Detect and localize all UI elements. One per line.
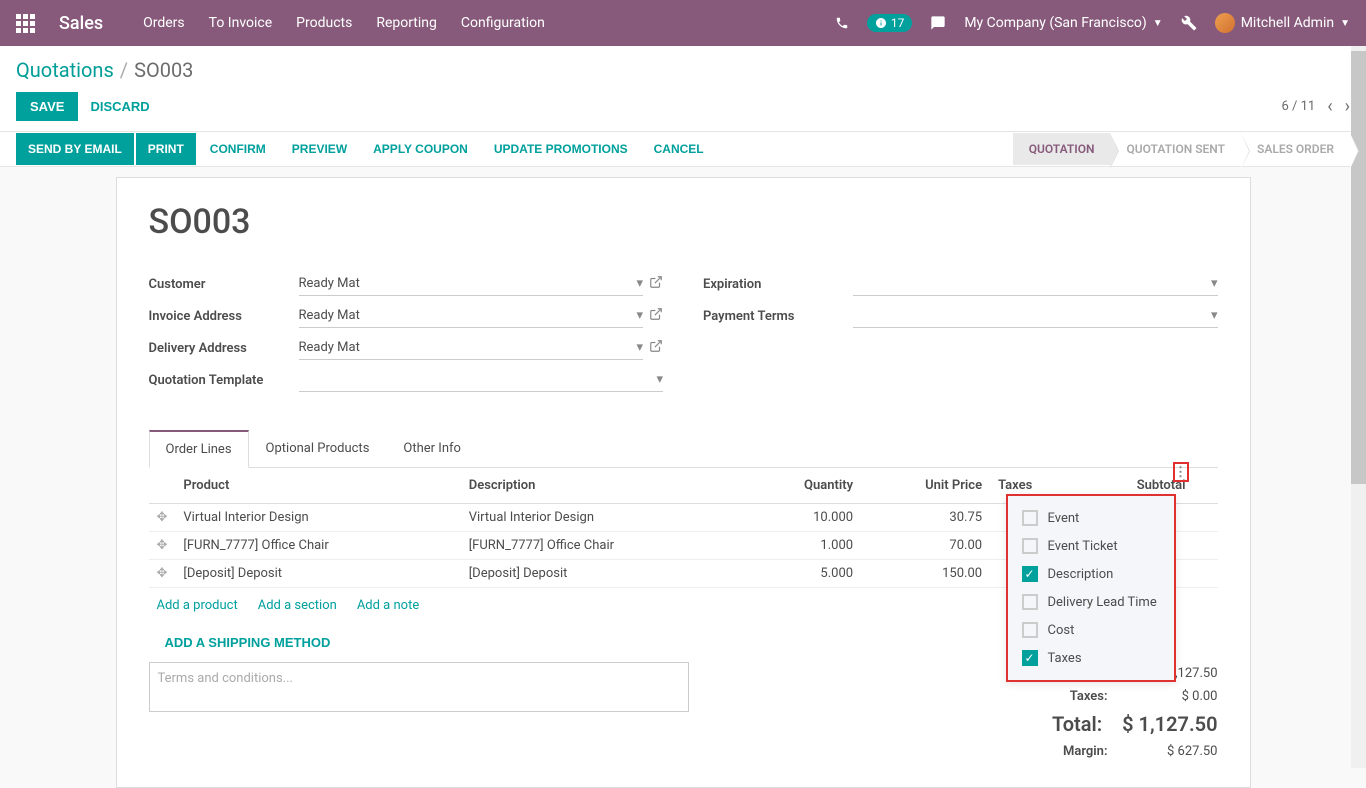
debug-icon[interactable] xyxy=(1181,15,1197,31)
external-link-icon[interactable] xyxy=(649,339,663,357)
drag-handle-icon[interactable]: ✥ xyxy=(157,510,168,525)
column-options-highlight: ⋮ xyxy=(1173,462,1189,482)
col-description: Description xyxy=(461,468,746,504)
checkbox-icon: ✓ xyxy=(1022,566,1038,582)
col-option-taxes[interactable]: ✓Taxes xyxy=(1008,644,1174,672)
nav-reporting[interactable]: Reporting xyxy=(376,15,437,31)
field-expiration: Expiration▾ xyxy=(703,272,1218,296)
dropdown-icon: ▾ xyxy=(636,308,643,323)
status-sales-order[interactable]: SALES ORDER xyxy=(1241,133,1350,165)
topbar-right: 17 My Company (San Francisco)▼ Mitchell … xyxy=(835,13,1350,33)
drag-handle-icon[interactable]: ✥ xyxy=(157,566,168,581)
cancel-button[interactable]: CANCEL xyxy=(642,133,716,165)
checkbox-icon: ✓ xyxy=(1022,650,1038,666)
pager-prev[interactable]: ‹ xyxy=(1327,96,1332,117)
add-a-section-link[interactable]: Add a section xyxy=(258,598,337,613)
dropdown-icon: ▾ xyxy=(1211,308,1218,323)
print-button[interactable]: PRINT xyxy=(136,133,196,165)
form-sheet: SO003 CustomerReady Mat▾ Invoice AddressR… xyxy=(116,177,1251,788)
action-row: SAVE DISCARD 6 / 11 ‹ › xyxy=(0,82,1366,131)
activity-badge[interactable]: 17 xyxy=(867,14,913,32)
col-product: Product xyxy=(175,468,460,504)
avatar xyxy=(1215,13,1235,33)
nav-configuration[interactable]: Configuration xyxy=(461,15,545,31)
notif-count: 17 xyxy=(891,16,905,30)
dropdown-icon: ▾ xyxy=(1211,276,1218,291)
col-option-delivery-lead-time[interactable]: Delivery Lead Time xyxy=(1008,588,1174,616)
tabs: Order LinesOptional ProductsOther Info xyxy=(149,430,1218,468)
confirm-button[interactable]: CONFIRM xyxy=(198,133,278,165)
status-quotation-sent[interactable]: QUOTATION SENT xyxy=(1110,133,1241,165)
statusbar: SEND BY EMAILPRINTCONFIRMPREVIEWAPPLY CO… xyxy=(0,131,1366,167)
breadcrumb-parent[interactable]: Quotations xyxy=(16,58,114,82)
external-link-icon[interactable] xyxy=(649,275,663,293)
dropdown-icon: ▾ xyxy=(636,276,643,291)
scrollbar-thumb[interactable] xyxy=(1351,51,1366,484)
dropdown-icon: ▾ xyxy=(656,372,663,387)
save-button[interactable]: SAVE xyxy=(16,92,78,121)
dropdown-icon: ▾ xyxy=(636,340,643,355)
field-invoice-address: Invoice AddressReady Mat▾ xyxy=(149,304,664,328)
add-a-product-link[interactable]: Add a product xyxy=(157,598,238,613)
topbar: Sales Orders To Invoice Products Reporting C… xyxy=(0,0,1366,46)
tab-order-lines[interactable]: Order Lines xyxy=(149,430,249,468)
tab-other-info[interactable]: Other Info xyxy=(386,430,478,467)
add-shipping-button[interactable]: ADD A SHIPPING METHOD xyxy=(149,623,347,662)
col-quantity: Quantity xyxy=(746,468,861,504)
user-menu[interactable]: Mitchell Admin▼ xyxy=(1215,13,1350,33)
column-options-menu: EventEvent Ticket✓DescriptionDelivery Le… xyxy=(1006,494,1176,682)
kebab-icon[interactable]: ⋮ xyxy=(1174,465,1187,480)
col-option-event-ticket[interactable]: Event Ticket xyxy=(1008,532,1174,560)
checkbox-icon xyxy=(1022,510,1038,526)
breadcrumb: Quotations/SO003 xyxy=(16,58,1350,82)
checkbox-icon xyxy=(1022,622,1038,638)
pager-text: 6 / 11 xyxy=(1281,99,1315,114)
breadcrumb-row: Quotations/SO003 xyxy=(0,46,1366,82)
company-selector[interactable]: My Company (San Francisco)▼ xyxy=(964,15,1162,31)
col-option-event[interactable]: Event xyxy=(1008,504,1174,532)
nav: Orders To Invoice Products Reporting Configu… xyxy=(143,15,835,31)
field-delivery-address: Delivery AddressReady Mat▾ xyxy=(149,336,664,360)
col-option-cost[interactable]: Cost xyxy=(1008,616,1174,644)
apps-icon[interactable] xyxy=(16,14,35,33)
caret-down-icon: ▼ xyxy=(1340,18,1350,29)
field-payment-terms: Payment Terms▾ xyxy=(703,304,1218,328)
discard-button[interactable]: DISCARD xyxy=(90,99,149,114)
phone-icon[interactable] xyxy=(835,16,849,30)
chat-icon[interactable] xyxy=(930,15,946,31)
breadcrumb-current: SO003 xyxy=(134,58,193,82)
checkbox-icon xyxy=(1022,594,1038,610)
pager: 6 / 11 ‹ › xyxy=(1281,96,1350,117)
apply-coupon-button[interactable]: APPLY COUPON xyxy=(361,133,480,165)
drag-handle-icon[interactable]: ✥ xyxy=(157,538,168,553)
col-unit-price: Unit Price xyxy=(861,468,990,504)
preview-button[interactable]: PREVIEW xyxy=(280,133,359,165)
status-quotation[interactable]: QUOTATION xyxy=(1013,133,1111,165)
nav-products[interactable]: Products xyxy=(296,15,352,31)
pager-next[interactable]: › xyxy=(1345,96,1350,117)
total-line: Margin:$ 627.50 xyxy=(968,740,1218,763)
nav-orders[interactable]: Orders xyxy=(143,15,185,31)
brand[interactable]: Sales xyxy=(59,13,103,34)
field-quotation-template: Quotation Template▾ xyxy=(149,368,664,392)
update-promotions-button[interactable]: UPDATE PROMOTIONS xyxy=(482,133,640,165)
terms-input[interactable]: Terms and conditions... xyxy=(149,662,689,712)
record-title: SO003 xyxy=(149,202,1218,242)
add-a-note-link[interactable]: Add a note xyxy=(357,598,419,613)
total-line: Total:$ 1,127.50 xyxy=(968,708,1218,740)
tab-optional-products[interactable]: Optional Products xyxy=(249,430,387,467)
caret-down-icon: ▼ xyxy=(1153,18,1163,29)
nav-to-invoice[interactable]: To Invoice xyxy=(209,15,273,31)
checkbox-icon xyxy=(1022,538,1038,554)
field-customer: CustomerReady Mat▾ xyxy=(149,272,664,296)
external-link-icon[interactable] xyxy=(649,307,663,325)
send-by-email-button[interactable]: SEND BY EMAIL xyxy=(16,133,134,165)
col-option-description[interactable]: ✓Description xyxy=(1008,560,1174,588)
total-line: Taxes:$ 0.00 xyxy=(968,685,1218,708)
